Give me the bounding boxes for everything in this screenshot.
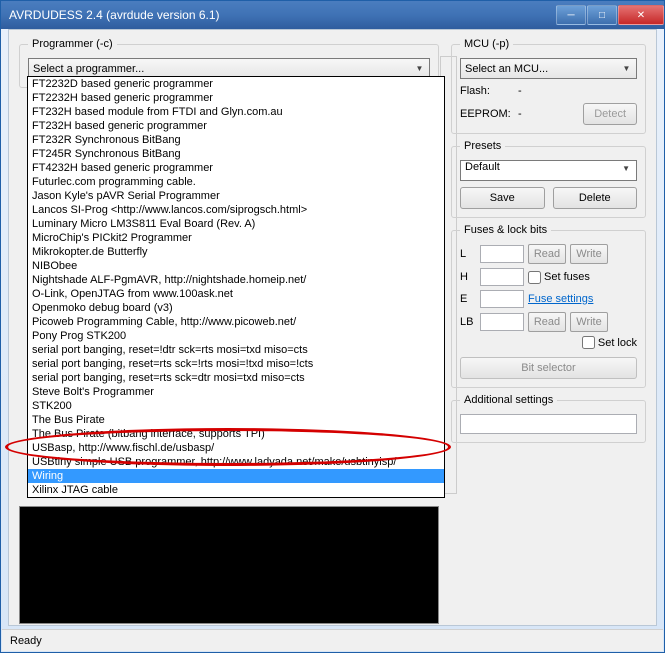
programmer-option[interactable]: NIBObee <box>28 259 444 273</box>
app-window: AVRDUDESS 2.4 (avrdude version 6.1) ─ □ … <box>0 0 665 653</box>
programmer-selected: Select a programmer... <box>33 63 144 75</box>
programmer-option[interactable]: USBtiny simple USB programmer, http://ww… <box>28 455 444 469</box>
programmer-option[interactable]: Nightshade ALF-PgmAVR, http://nightshade… <box>28 273 444 287</box>
programmer-option[interactable]: USBasp, http://www.fischl.de/usbasp/ <box>28 441 444 455</box>
statusbar: Ready <box>2 629 663 651</box>
mcu-selected: Select an MCU... <box>465 63 548 75</box>
flash-value: - <box>518 85 637 97</box>
preset-selected: Default <box>465 161 500 173</box>
fuse-settings-link[interactable]: Fuse settings <box>528 293 593 305</box>
set-lock-checkbox-label[interactable]: Set lock <box>582 336 637 349</box>
programmer-option[interactable]: FT232H based generic programmer <box>28 119 444 133</box>
programmer-option[interactable]: The Bus Pirate (bitbang interface, suppo… <box>28 427 444 441</box>
additional-group: Additional settings <box>451 394 646 443</box>
programmer-option[interactable]: FT232R Synchronous BitBang <box>28 133 444 147</box>
fuse-e-input[interactable] <box>480 290 524 308</box>
programmer-option[interactable]: FT2232H based generic programmer <box>28 91 444 105</box>
close-button[interactable]: ✕ <box>618 5 664 25</box>
programmer-option[interactable]: FT232H based module from FTDI and Glyn.c… <box>28 105 444 119</box>
fuse-lb-input[interactable] <box>480 313 524 331</box>
preset-select[interactable]: Default ▼ <box>460 160 637 181</box>
additional-input[interactable] <box>460 414 637 434</box>
chevron-down-icon: ▼ <box>619 61 634 76</box>
console-output <box>19 506 439 624</box>
programmer-option[interactable]: Futurlec.com programming cable. <box>28 175 444 189</box>
eeprom-label: EEPROM: <box>460 108 512 120</box>
fuse-h-input[interactable] <box>480 268 524 286</box>
fuse-lb-label: LB <box>460 316 476 328</box>
save-button[interactable]: Save <box>460 187 545 209</box>
programmer-option[interactable]: MicroChip's PICkit2 Programmer <box>28 231 444 245</box>
presets-legend: Presets <box>460 140 505 152</box>
titlebar: AVRDUDESS 2.4 (avrdude version 6.1) ─ □ … <box>1 1 664 29</box>
chevron-down-icon: ▼ <box>620 161 632 176</box>
fuses-legend: Fuses & lock bits <box>460 224 551 236</box>
lock-write-button[interactable]: Write <box>570 312 608 332</box>
set-fuses-checkbox[interactable] <box>528 271 541 284</box>
programmer-option[interactable]: Picoweb Programming Cable, http://www.pi… <box>28 315 444 329</box>
programmer-option[interactable]: FT4232H based generic programmer <box>28 161 444 175</box>
set-fuses-checkbox-label[interactable]: Set fuses <box>528 271 590 284</box>
flash-label: Flash: <box>460 85 512 97</box>
presets-group: Presets Default ▼ Save Delete <box>451 140 646 218</box>
programmer-option[interactable]: Pony Prog STK200 <box>28 329 444 343</box>
programmer-option[interactable]: FT2232D based generic programmer <box>28 77 444 91</box>
programmer-option[interactable]: Steve Bolt's Programmer <box>28 385 444 399</box>
fuses-group: Fuses & lock bits L Read Write H Set fus… <box>451 224 646 388</box>
programmer-option[interactable]: STK200 <box>28 399 444 413</box>
fuse-l-input[interactable] <box>480 245 524 263</box>
fuse-l-label: L <box>460 248 476 260</box>
lock-read-button[interactable]: Read <box>528 312 566 332</box>
chevron-down-icon: ▼ <box>412 61 427 76</box>
programmer-option[interactable]: Wiring <box>28 469 444 483</box>
programmer-option[interactable]: Jason Kyle's pAVR Serial Programmer <box>28 189 444 203</box>
maximize-button[interactable]: □ <box>587 5 617 25</box>
programmer-option[interactable]: O-Link, OpenJTAG from www.100ask.net <box>28 287 444 301</box>
programmer-legend: Programmer (-c) <box>28 38 117 50</box>
delete-button[interactable]: Delete <box>553 187 638 209</box>
mcu-legend: MCU (-p) <box>460 38 513 50</box>
mcu-group: MCU (-p) Select an MCU... ▼ Flash: - EEP… <box>451 38 646 134</box>
eeprom-value: - <box>518 108 577 120</box>
programmer-option[interactable]: Openmoko debug board (v3) <box>28 301 444 315</box>
window-title: AVRDUDESS 2.4 (avrdude version 6.1) <box>9 8 555 22</box>
status-text: Ready <box>10 635 42 647</box>
fuse-h-label: H <box>460 271 476 283</box>
bit-selector-button[interactable]: Bit selector <box>460 357 637 379</box>
additional-legend: Additional settings <box>460 394 557 406</box>
fuse-write-button[interactable]: Write <box>570 244 608 264</box>
programmer-option[interactable]: Lancos SI-Prog <http://www.lancos.com/si… <box>28 203 444 217</box>
mcu-dropdown[interactable]: Select an MCU... ▼ <box>460 58 637 79</box>
minimize-button[interactable]: ─ <box>556 5 586 25</box>
set-lock-checkbox[interactable] <box>582 336 595 349</box>
fuse-e-label: E <box>460 293 476 305</box>
programmer-option[interactable]: Xilinx JTAG cable <box>28 483 444 497</box>
programmer-option[interactable]: Mikrokopter.de Butterfly <box>28 245 444 259</box>
client-area: Programmer (-c) Select a programmer... ▼… <box>8 29 657 626</box>
programmer-option[interactable]: FT245R Synchronous BitBang <box>28 147 444 161</box>
programmer-option[interactable]: The Bus Pirate <box>28 413 444 427</box>
programmer-option[interactable]: serial port banging, reset=rts sck=dtr m… <box>28 371 444 385</box>
programmer-option[interactable]: serial port banging, reset=!dtr sck=rts … <box>28 343 444 357</box>
programmer-option[interactable]: Luminary Micro LM3S811 Eval Board (Rev. … <box>28 217 444 231</box>
detect-button[interactable]: Detect <box>583 103 637 125</box>
fuse-read-button[interactable]: Read <box>528 244 566 264</box>
programmer-option[interactable]: serial port banging, reset=rts sck=!rts … <box>28 357 444 371</box>
programmer-dropdown-list[interactable]: FT2232D based generic programmerFT2232H … <box>27 76 445 498</box>
